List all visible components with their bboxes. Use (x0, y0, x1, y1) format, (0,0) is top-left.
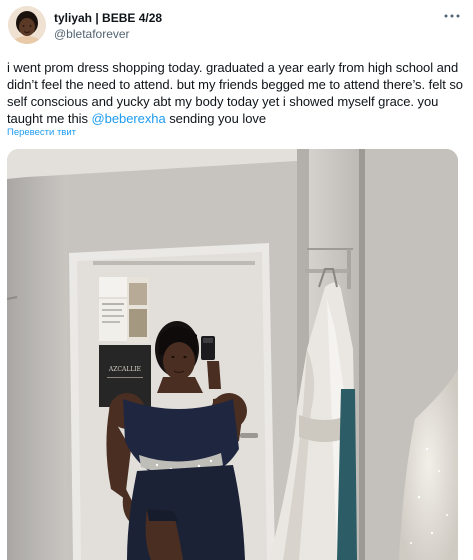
more-options-button[interactable] (440, 8, 464, 24)
author-display-name[interactable]: tyliyah | BEBE 4/28 (54, 11, 162, 25)
avatar-image (8, 6, 46, 44)
author-handle[interactable]: @bletaforever (54, 27, 130, 41)
tweet-text: i went prom dress shopping today. gradua… (7, 59, 469, 127)
avatar[interactable] (8, 6, 46, 44)
poster-brand-text: AZCALLIE (108, 366, 141, 373)
mirror-selfie-image: AZCALLIE (7, 149, 458, 560)
mention-link[interactable]: @beberexha (92, 111, 166, 126)
tweet-photo[interactable]: AZCALLIE (7, 149, 458, 560)
tweet-text-tail: sending you love (165, 111, 267, 126)
translate-tweet-link[interactable]: Перевести твит (7, 127, 76, 138)
more-dots-icon (444, 14, 460, 18)
tweet-card: tyliyah | BEBE 4/28 @bletaforever i went… (0, 0, 473, 560)
